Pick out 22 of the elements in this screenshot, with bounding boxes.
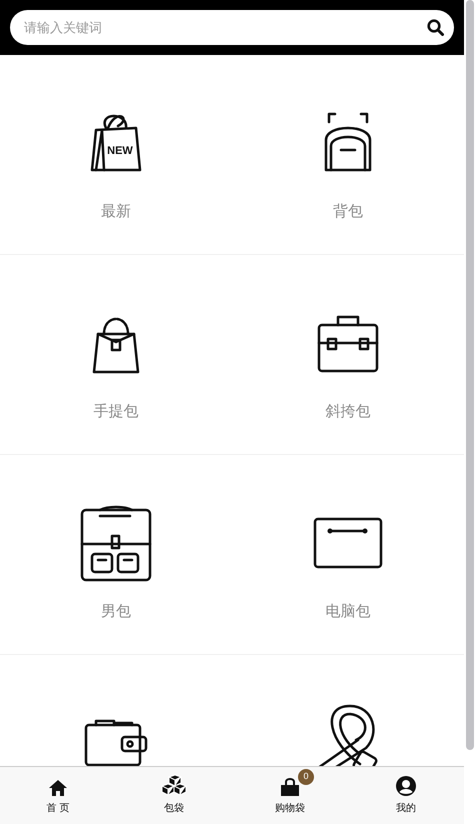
nav-label[interactable]: 包袋	[164, 801, 184, 816]
briefcase-icon	[316, 313, 380, 373]
search-field[interactable]: 请输入关键词	[10, 10, 454, 45]
cart-count-badge: 0	[298, 769, 314, 785]
nav-label[interactable]: 首 页	[46, 801, 70, 816]
category-label[interactable]: 电脑包	[326, 601, 370, 624]
rucksack-icon	[78, 504, 154, 582]
category-label[interactable]: 手提包	[94, 401, 138, 424]
boxes-icon	[161, 775, 187, 797]
user-icon	[395, 775, 417, 797]
laptop-bag-icon	[313, 517, 383, 569]
nav-label[interactable]: 我的	[396, 801, 416, 816]
search-icon[interactable]	[427, 19, 444, 36]
shopping-bag-icon	[280, 777, 300, 797]
category-label[interactable]: 背包	[333, 201, 363, 224]
category-label[interactable]: 斜挎包	[326, 401, 370, 424]
wallet-icon	[84, 719, 148, 766]
category-label[interactable]: 男包	[101, 601, 131, 624]
home-icon	[48, 779, 68, 797]
category-label[interactable]: 最新	[101, 201, 131, 224]
backpack-icon	[323, 112, 373, 174]
nav-label[interactable]: 购物袋	[275, 801, 305, 816]
